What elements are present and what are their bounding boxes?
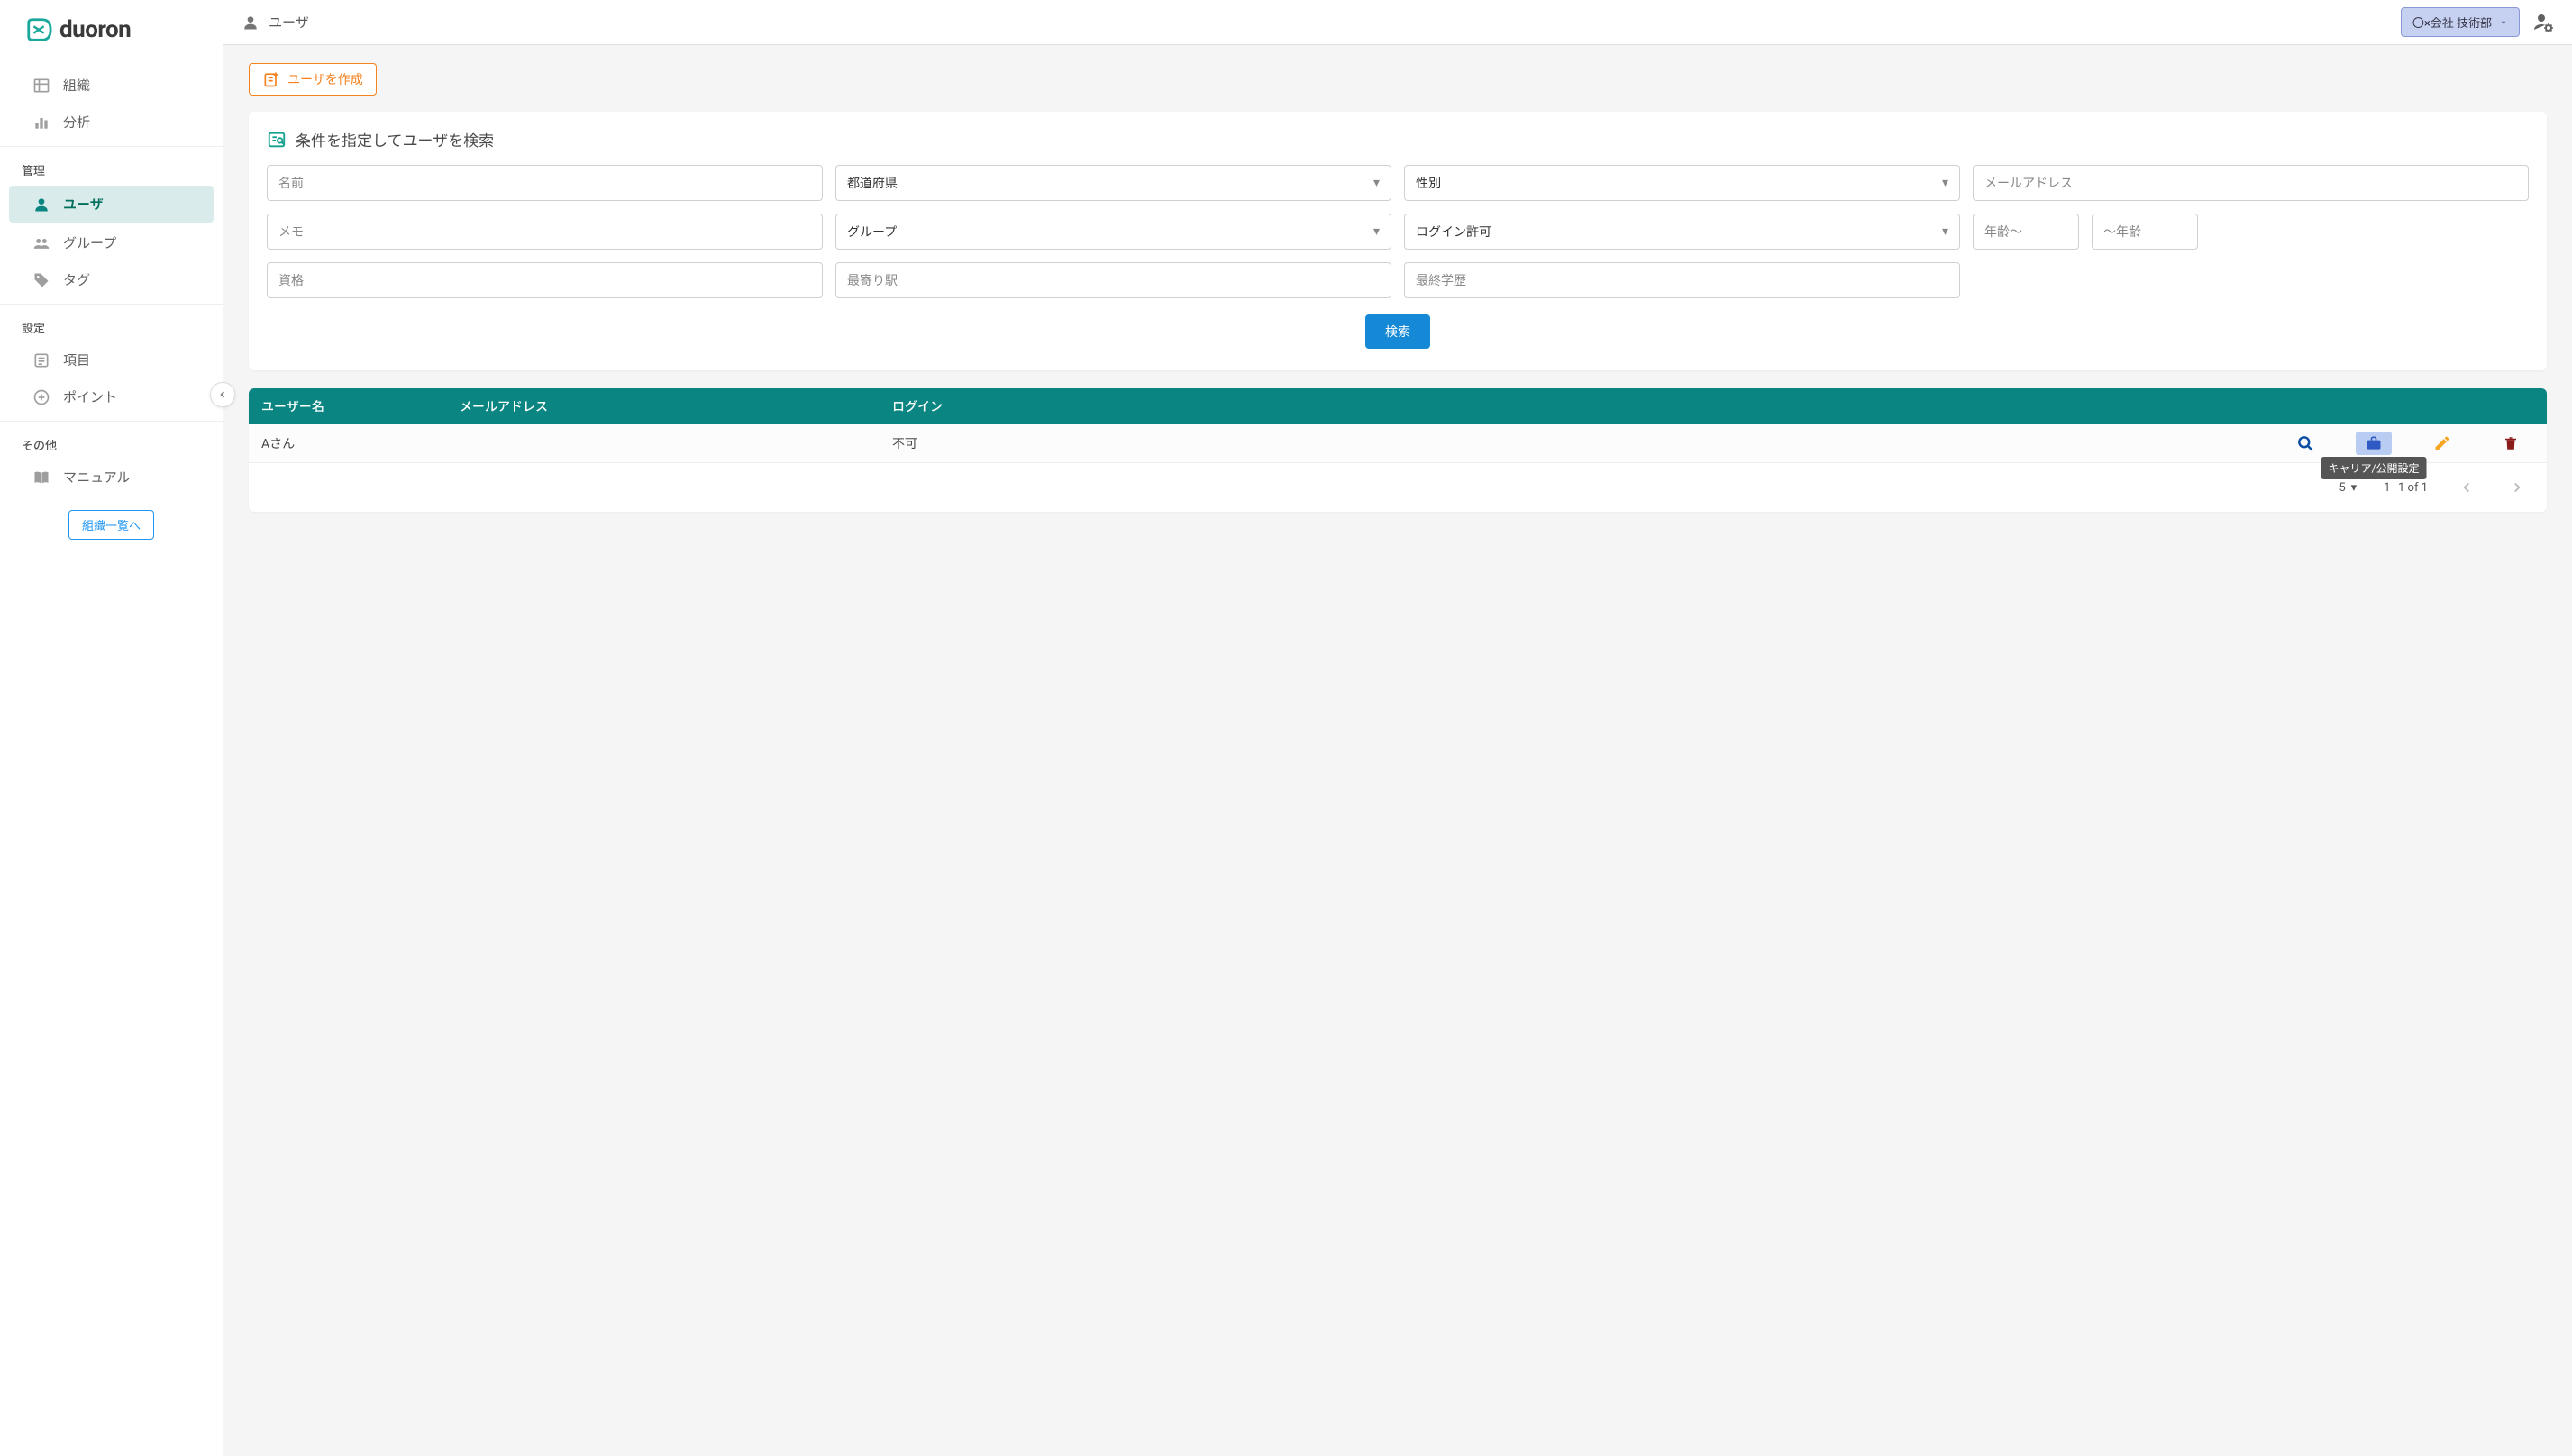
page-size-select[interactable]: 5 ▾	[2339, 481, 2357, 495]
table-footer: 5 ▾ 1–1 of 1	[249, 463, 2547, 512]
qualification-input[interactable]	[267, 262, 823, 298]
search-title: 条件を指定してユーザを検索	[296, 128, 494, 150]
trash-icon	[2503, 435, 2519, 451]
sidebar-item-fields[interactable]: 項目	[0, 341, 223, 378]
search-icon	[2296, 434, 2314, 452]
email-input[interactable]	[1973, 165, 2529, 201]
search-list-icon	[267, 130, 287, 150]
sidebar-section-header: 管理	[0, 152, 223, 184]
list-icon	[32, 351, 50, 369]
memo-input[interactable]	[267, 214, 823, 250]
user-table: ユーザー名 メールアドレス ログイン Aさん 不可	[249, 388, 2547, 512]
login-allow-select[interactable]: ログイン許可 ▾	[1404, 214, 1960, 250]
logo[interactable]: duoron	[0, 0, 223, 59]
sidebar-item-label: グループ	[63, 233, 116, 252]
plus-circle-icon	[32, 388, 50, 406]
user-icon	[242, 14, 260, 32]
page-title: ユーザ	[269, 13, 309, 32]
create-icon	[262, 70, 280, 88]
search-button[interactable]: 検索	[1365, 314, 1430, 349]
sidebar-item-users[interactable]: ユーザ	[9, 186, 214, 223]
row-view-button[interactable]	[2287, 432, 2323, 455]
logo-icon	[25, 16, 52, 43]
chevron-down-icon: ▾	[1373, 224, 1380, 239]
main: ユーザ 〇×会社 技術部 ユーザを作成	[223, 0, 2572, 1456]
group-icon	[32, 234, 50, 252]
chevron-down-icon: ▾	[1373, 176, 1380, 190]
age-from-input[interactable]	[1973, 214, 2079, 250]
table-header: ユーザー名 メールアドレス ログイン	[249, 388, 2547, 424]
col-header-login: ログイン	[892, 397, 1036, 415]
tooltip: キャリア/公開設定	[2321, 457, 2427, 479]
col-header-name: ユーザー名	[261, 397, 460, 415]
sidebar-item-organization[interactable]: 組織	[0, 67, 223, 104]
org-icon	[32, 77, 50, 95]
col-header-email: メールアドレス	[460, 397, 892, 415]
org-selector[interactable]: 〇×会社 技術部	[2401, 7, 2520, 37]
sidebar-item-analytics[interactable]: 分析	[0, 104, 223, 141]
admin-settings-icon[interactable]	[2532, 12, 2554, 33]
select-label: グループ	[847, 223, 897, 241]
search-panel: 条件を指定してユーザを検索 都道府県 ▾ 性別 ▾ グループ ▾ ログイン許可 ▾	[249, 112, 2547, 370]
create-button-label: ユーザを作成	[287, 70, 363, 88]
chevron-down-icon: ▾	[1942, 176, 1948, 190]
create-user-button[interactable]: ユーザを作成	[249, 63, 377, 96]
sidebar-item-label: マニュアル	[63, 468, 131, 487]
sidebar-item-label: ユーザ	[63, 195, 104, 214]
sidebar-item-label: 組織	[63, 76, 90, 95]
sidebar-item-points[interactable]: ポイント	[0, 378, 223, 415]
user-icon	[32, 196, 50, 214]
sidebar-section-header: 設定	[0, 310, 223, 341]
select-label: ログイン許可	[1416, 223, 1491, 241]
tag-icon	[32, 271, 50, 289]
prefecture-select[interactable]: 都道府県 ▾	[835, 165, 1391, 201]
briefcase-icon	[2365, 434, 2383, 452]
gender-select[interactable]: 性別 ▾	[1404, 165, 1960, 201]
row-career-button[interactable]: キャリア/公開設定	[2356, 432, 2392, 455]
group-select[interactable]: グループ ▾	[835, 214, 1391, 250]
sidebar-item-label: 項目	[63, 350, 90, 369]
logo-text: duoron	[59, 16, 131, 43]
sidebar-item-tags[interactable]: タグ	[0, 261, 223, 298]
select-label: 性別	[1416, 174, 1441, 192]
chevron-down-icon	[2499, 18, 2508, 27]
next-page-button[interactable]	[2505, 476, 2529, 499]
cell-login: 不可	[892, 434, 1036, 452]
page-range: 1–1 of 1	[2384, 481, 2428, 495]
org-list-button[interactable]: 組織一覧へ	[68, 510, 154, 540]
book-icon	[32, 469, 50, 487]
sidebar-item-groups[interactable]: グループ	[0, 224, 223, 261]
org-selector-label: 〇×会社 技術部	[2412, 14, 2492, 31]
age-to-input[interactable]	[2092, 214, 2198, 250]
cell-name: Aさん	[261, 434, 460, 452]
sidebar-item-manual[interactable]: マニュアル	[0, 459, 223, 496]
sidebar: duoron 組織 分析 管理 ユーザ	[0, 0, 223, 1456]
nearest-station-input[interactable]	[835, 262, 1391, 298]
chevron-down-icon: ▾	[2351, 481, 2358, 495]
sidebar-item-label: 分析	[63, 113, 90, 132]
select-label: 都道府県	[847, 174, 898, 192]
row-delete-button[interactable]	[2493, 432, 2529, 455]
row-edit-button[interactable]	[2424, 432, 2460, 455]
topbar: ユーザ 〇×会社 技術部	[223, 0, 2572, 45]
pencil-icon	[2433, 434, 2451, 452]
sidebar-section-header: その他	[0, 427, 223, 459]
chevron-down-icon: ▾	[1942, 224, 1948, 239]
sidebar-item-label: タグ	[63, 270, 90, 289]
prev-page-button[interactable]	[2455, 476, 2478, 499]
education-input[interactable]	[1404, 262, 1960, 298]
sidebar-item-label: ポイント	[63, 387, 117, 406]
analytics-icon	[32, 114, 50, 132]
name-input[interactable]	[267, 165, 823, 201]
table-row: Aさん 不可 キャリア/公開設定	[249, 424, 2547, 463]
sidebar-collapse-button[interactable]	[210, 382, 235, 407]
page-size-value: 5	[2339, 481, 2345, 495]
